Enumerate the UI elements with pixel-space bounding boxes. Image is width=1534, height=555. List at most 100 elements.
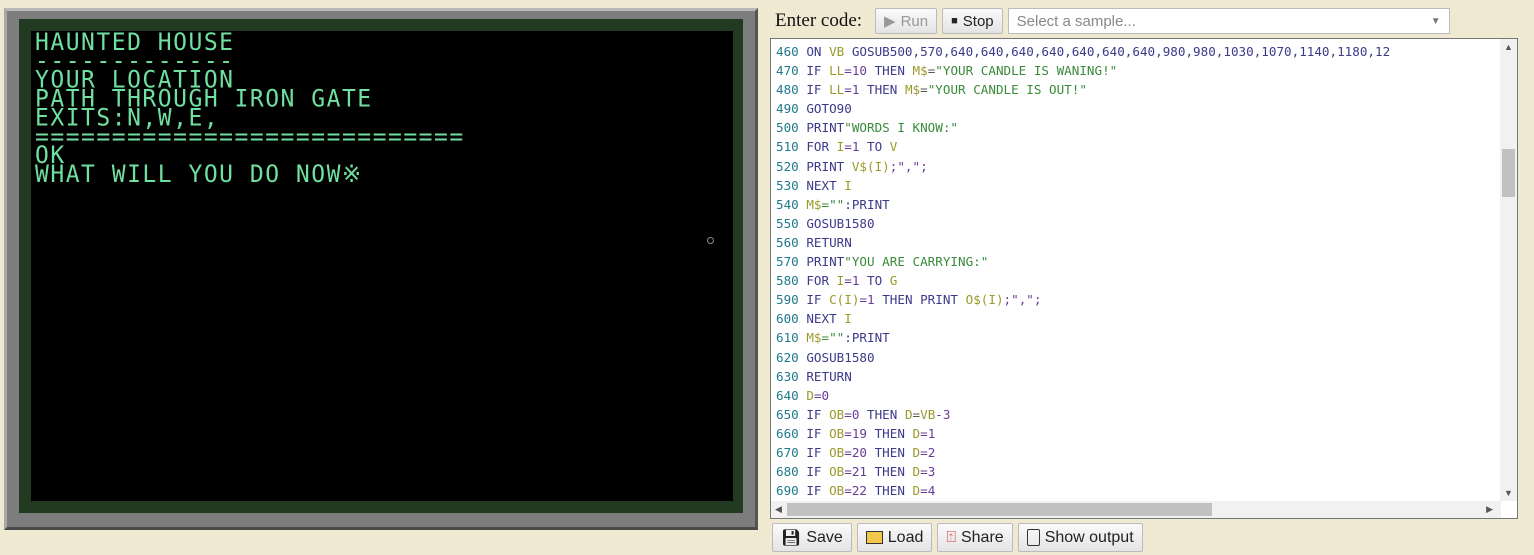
emulator-screen-frame: HAUNTED HOUSE ------------- YOUR LOCATION P… [4, 8, 758, 530]
code-token-var: D [806, 387, 814, 403]
code-token-var: O$(I) [965, 292, 1004, 308]
terminal-line: WHAT WILL YOU DO NOW※ [35, 161, 363, 189]
code-token-kw: IF [798, 82, 830, 98]
code-token-num: =10 [844, 63, 868, 79]
terminal-output: HAUNTED HOUSE ------------- YOUR LOCATION P… [35, 30, 465, 189]
code-token-ln: 480 [776, 82, 799, 98]
code-token-var: OB [829, 483, 845, 499]
code-token-ln: 680 [776, 464, 799, 480]
code-line: 660 IF OB=19 THEN D=1 [776, 424, 1390, 443]
code-token-var: LL [829, 63, 845, 79]
code-line: 650 IF OB=0 THEN D=VB-3 [776, 405, 1390, 424]
code-line: 610 M$="":PRINT [776, 328, 1390, 347]
code-token-kw: GOSUB1580 [798, 215, 875, 231]
code-line: 480 IF LL=1 THEN M$="YOUR CANDLE IS OUT!… [776, 80, 1390, 99]
code-token-ln: 650 [776, 406, 799, 422]
terminal-screen[interactable]: HAUNTED HOUSE ------------- YOUR LOCATION P… [31, 30, 733, 501]
scroll-left-icon[interactable]: ◀ [775, 504, 782, 515]
horizontal-scroll-thumb[interactable] [787, 503, 1212, 516]
code-token-kw: NEXT [798, 177, 845, 193]
code-token-kw: THEN [859, 82, 905, 98]
code-line: 620 GOSUB1580 [776, 348, 1390, 367]
code-line: 630 RETURN [776, 367, 1390, 386]
code-token-num: =1 [844, 139, 860, 155]
code-token-var: OB [829, 425, 845, 441]
code-token-kw: RETURN [798, 368, 852, 384]
code-token-ln: 660 [776, 425, 799, 441]
code-token-num: =4 [920, 483, 936, 499]
code-token-num: =1 [844, 82, 860, 98]
code-token-str: "YOU ARE CARRYING:" [844, 254, 989, 270]
document-icon [1026, 529, 1040, 546]
load-button[interactable]: Load [856, 523, 933, 552]
code-token-ln: 540 [776, 196, 799, 212]
code-token-var: VB [829, 44, 845, 59]
code-token-num: =20 [844, 444, 868, 460]
code-line: 600 NEXT I [776, 309, 1390, 328]
code-token-kw: THEN [867, 425, 913, 441]
floppy-disk-icon: 💾︎ [781, 529, 802, 547]
code-token-var: M$ [806, 330, 822, 346]
code-token-kw: PRINT [798, 254, 845, 270]
sample-select[interactable]: Select a sample... ▼ [1007, 8, 1450, 34]
code-line: 640 D=0 [776, 386, 1390, 405]
scroll-right-icon[interactable]: ▶ [1486, 504, 1493, 515]
code-token-kw: GOTO90 [798, 101, 852, 117]
save-button[interactable]: 💾︎ Save [772, 523, 852, 552]
code-token-kw: IF [798, 483, 830, 499]
code-token-var: M$ [806, 196, 822, 212]
code-token-var: OB [829, 464, 845, 480]
screen-border: HAUNTED HOUSE ------------- YOUR LOCATION P… [19, 19, 743, 513]
code-line: 530 NEXT I [776, 176, 1390, 195]
code-token-num: =1 [844, 273, 860, 289]
code-token-var: V$(I) [851, 158, 890, 174]
share-button[interactable]: ⍐ Share [937, 523, 1013, 552]
show-output-button[interactable]: Show output [1017, 523, 1143, 552]
code-token-str: "YOUR CANDLE IS WANING!" [935, 63, 1118, 79]
code-line: 590 IF C(I)=1 THEN PRINT O$(I);","; [776, 290, 1390, 309]
vertical-scrollbar[interactable]: ▲ ▼ [1500, 39, 1517, 501]
chevron-down-icon: ▼ [1430, 15, 1441, 27]
vertical-scroll-thumb[interactable] [1502, 149, 1515, 197]
stop-button[interactable]: ■ Stop [942, 8, 1003, 34]
horizontal-scrollbar[interactable]: ◀ ▶ [771, 501, 1501, 518]
run-button[interactable]: ▶ Run [875, 8, 938, 34]
code-token-ln: 570 [776, 254, 799, 270]
code-token-ln: 630 [776, 368, 799, 384]
code-token-ln: 670 [776, 444, 799, 460]
code-token-kw: PRINT [798, 158, 852, 174]
code-token-num: -3 [935, 406, 951, 422]
code-token-ln: 580 [776, 273, 799, 289]
code-line: 520 PRINT V$(I);","; [776, 157, 1390, 176]
code-token-kw: TO [859, 139, 890, 155]
code-token-kw: TO [859, 273, 890, 289]
code-token-ln: 510 [776, 139, 799, 155]
load-label: Load [887, 528, 924, 546]
code-line: 490 GOTO90 [776, 99, 1390, 118]
stop-label: Stop [962, 12, 994, 30]
code-token-var: D [912, 464, 921, 480]
toolbar: Enter code: ▶ Run ■ Stop Select a sample..… [775, 8, 1450, 34]
bottom-toolbar: 💾︎ Save Load ⍐ Share Show output [772, 523, 1143, 552]
code-token-num: =3 [920, 464, 936, 480]
code-token-kw: FOR [798, 139, 837, 155]
code-editor[interactable]: 460 ON VB GOSUB500,570,640,640,640,640,6… [770, 38, 1518, 519]
code-token-str: "WORDS I KNOW:" [844, 120, 958, 136]
code-token-kw: THEN [867, 63, 913, 79]
code-token-num: =19 [844, 425, 868, 441]
scroll-down-icon[interactable]: ▼ [1504, 488, 1513, 498]
code-token-num: ;","; [1003, 292, 1042, 308]
code-line: 580 FOR I=1 TO G [776, 271, 1390, 290]
code-token-str: ="" [821, 196, 845, 212]
code-token-ln: 550 [776, 215, 799, 231]
code-line: 500 PRINT"WORDS I KNOW:" [776, 118, 1390, 137]
code-token-kw: IF [798, 425, 830, 441]
code-token-var: D [912, 425, 921, 441]
run-label: Run [900, 12, 929, 30]
code-line: 510 FOR I=1 TO V [776, 137, 1390, 156]
code-lines: 460 ON VB GOSUB500,570,640,640,640,640,6… [776, 42, 1390, 500]
code-token-var: C(I) [829, 292, 860, 308]
code-token-ln: 530 [776, 177, 799, 193]
code-token-kw: IF [798, 292, 830, 308]
scroll-up-icon[interactable]: ▲ [1504, 42, 1513, 52]
